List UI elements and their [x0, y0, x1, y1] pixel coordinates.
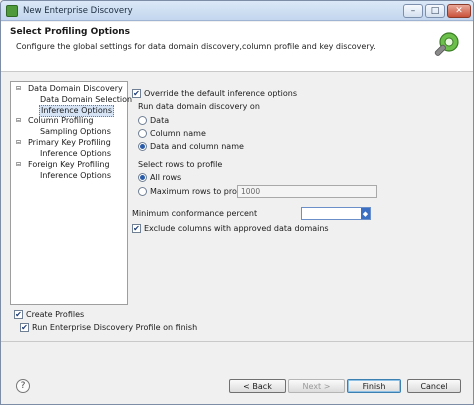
max-rows-radio[interactable] [138, 187, 147, 196]
run-profile-checkbox[interactable]: ✔ [20, 323, 29, 332]
run-on-data-label: Data [150, 116, 170, 125]
divider [1, 341, 473, 342]
cancel-button[interactable]: Cancel [407, 379, 461, 393]
max-rows-option[interactable]: Maximum rows to profile [138, 187, 249, 196]
exclude-checkbox[interactable]: ✔ [132, 224, 141, 233]
create-profiles-checkbox[interactable]: ✔ [14, 310, 23, 319]
run-on-data-and-column-option[interactable]: Data and column name [138, 142, 244, 151]
wizard-steps-tree[interactable]: ⊟ Data Domain Discovery Data Domain Sele… [10, 81, 132, 305]
max-rows-input[interactable]: 1000 [237, 185, 377, 198]
override-option[interactable]: ✔ Override the default inference options [132, 89, 297, 98]
maximize-button[interactable]: □ [425, 4, 445, 18]
run-profile-label: Run Enterprise Discovery Profile on fini… [32, 323, 198, 332]
finish-button[interactable]: Finish [347, 379, 401, 393]
dialog-window: New Enterprise Discovery – □ ✕ Select Pr… [0, 0, 474, 405]
wizard-header: Select Profiling Options Configure the g… [1, 22, 473, 72]
collapse-icon[interactable]: ⊟ [16, 161, 21, 168]
tree-item-primary-key-profiling[interactable]: Primary Key Profiling [28, 138, 111, 148]
min-conformance-input[interactable]: ◆ [301, 207, 371, 220]
tree-item-column-profiling[interactable]: Column Profiling [28, 116, 94, 126]
create-profiles-label: Create Profiles [26, 310, 85, 319]
run-profile-option[interactable]: ✔ Run Enterprise Discovery Profile on fi… [20, 323, 197, 332]
back-button[interactable]: < Back [229, 379, 286, 393]
tree-item-inference-options[interactable]: Inference Options [40, 149, 111, 159]
rows-group-label: Select rows to profile [138, 160, 223, 169]
run-on-group-label: Run data domain discovery on [138, 102, 260, 111]
all-rows-label: All rows [150, 173, 182, 182]
wand-settings-icon [434, 32, 459, 56]
options-panel: ✔ Override the default inference options… [132, 83, 472, 305]
tree-item-data-domain-discovery[interactable]: Data Domain Discovery [28, 84, 123, 94]
max-rows-label: Maximum rows to profile [150, 187, 250, 196]
override-label: Override the default inference options [144, 89, 297, 98]
tree-item-data-domain-selection[interactable]: Data Domain Selection [40, 95, 132, 105]
collapse-icon[interactable]: ⊟ [16, 139, 21, 146]
min-conformance-label: Minimum conformance percent [132, 209, 258, 218]
title-bar[interactable]: New Enterprise Discovery – □ ✕ [1, 1, 473, 21]
all-rows-option[interactable]: All rows [138, 173, 181, 182]
override-checkbox[interactable]: ✔ [132, 89, 141, 98]
run-on-column-name-radio[interactable] [138, 129, 147, 138]
page-title: Select Profiling Options [10, 27, 131, 37]
create-profiles-option[interactable]: ✔ Create Profiles [14, 310, 84, 319]
next-button[interactable]: Next > [288, 379, 345, 393]
spinner-icon[interactable]: ◆ [361, 208, 370, 219]
tree-item-foreign-key-profiling[interactable]: Foreign Key Profiling [28, 160, 110, 170]
exclude-label: Exclude columns with approved data domai… [144, 224, 329, 233]
all-rows-radio[interactable] [138, 173, 147, 182]
page-description: Configure the global settings for data d… [16, 42, 376, 51]
collapse-icon[interactable]: ⊟ [16, 117, 21, 124]
window-title: New Enterprise Discovery [23, 6, 133, 16]
tree-item-sampling-options[interactable]: Sampling Options [40, 127, 111, 137]
minimize-button[interactable]: – [403, 4, 423, 18]
run-on-column-name-option[interactable]: Column name [138, 129, 206, 138]
collapse-icon[interactable]: ⊟ [16, 85, 21, 92]
run-on-data-option[interactable]: Data [138, 116, 169, 125]
help-icon[interactable]: ? [16, 379, 30, 393]
app-icon [6, 5, 18, 17]
tree-item-inference-options[interactable]: Inference Options [40, 171, 111, 181]
close-button[interactable]: ✕ [447, 4, 471, 18]
exclude-option[interactable]: ✔ Exclude columns with approved data dom… [132, 224, 329, 233]
run-on-column-name-label: Column name [150, 129, 206, 138]
run-on-data-and-column-radio[interactable] [138, 142, 147, 151]
run-on-data-radio[interactable] [138, 116, 147, 125]
run-on-data-and-column-label: Data and column name [150, 142, 244, 151]
